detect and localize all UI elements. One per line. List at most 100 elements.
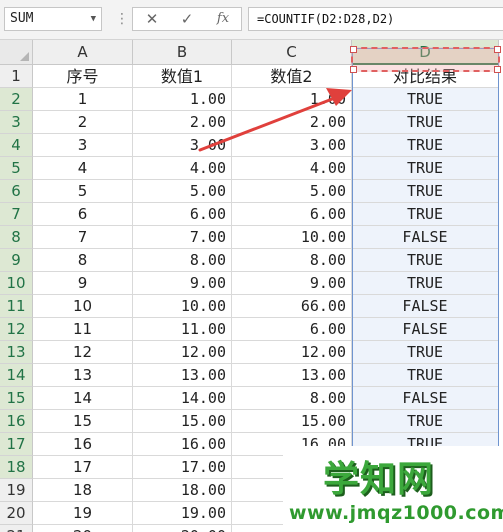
cell-d[interactable]: FALSE (352, 295, 499, 318)
cell-d[interactable]: TRUE (352, 111, 499, 134)
cell-c[interactable]: 8.00 (232, 249, 352, 272)
cell-d[interactable] (352, 456, 499, 479)
cell-b[interactable]: 2.00 (133, 111, 232, 134)
row-header[interactable]: 6 (0, 180, 33, 203)
cell-b[interactable]: 5.00 (133, 180, 232, 203)
row-header[interactable]: 11 (0, 295, 33, 318)
cell-a[interactable]: 15 (33, 410, 133, 433)
cell-a[interactable]: 2 (33, 111, 133, 134)
row-header[interactable]: 8 (0, 226, 33, 249)
row-header[interactable]: 18 (0, 456, 33, 479)
row-header[interactable]: 10 (0, 272, 33, 295)
cell-a[interactable]: 8 (33, 249, 133, 272)
cell-a[interactable]: 1 (33, 88, 133, 111)
row-header[interactable]: 21 (0, 525, 33, 532)
cell-c[interactable] (232, 502, 352, 525)
column-header-c[interactable]: C (232, 40, 352, 65)
cell-a[interactable]: 10 (33, 295, 133, 318)
cell-b[interactable]: 15.00 (133, 410, 232, 433)
cell-d[interactable]: TRUE (352, 433, 499, 456)
cell-c[interactable]: 6.00 (232, 318, 352, 341)
header-cell-b[interactable]: 数值1 (133, 65, 232, 88)
cell-c[interactable] (232, 525, 352, 532)
cell-c[interactable]: 10.00 (232, 226, 352, 249)
cell-d[interactable]: TRUE (352, 88, 499, 111)
cell-c[interactable]: 6.00 (232, 203, 352, 226)
cell-d[interactable] (352, 479, 499, 502)
cell-c[interactable] (232, 456, 352, 479)
cell-c[interactable]: 16.00 (232, 433, 352, 456)
header-cell-a[interactable]: 序号 (33, 65, 133, 88)
cell-b[interactable]: 19.00 (133, 502, 232, 525)
header-cell-c[interactable]: 数值2 (232, 65, 352, 88)
cancel-icon[interactable]: ✕ (137, 8, 167, 30)
cell-b[interactable]: 4.00 (133, 157, 232, 180)
select-all-corner[interactable] (0, 40, 33, 65)
cell-d[interactable]: TRUE (352, 364, 499, 387)
cell-b[interactable]: 6.00 (133, 203, 232, 226)
cell-c[interactable]: 2.00 (232, 111, 352, 134)
row-header[interactable]: 15 (0, 387, 33, 410)
cell-d[interactable]: TRUE (352, 341, 499, 364)
cell-a[interactable]: 5 (33, 180, 133, 203)
row-header[interactable]: 3 (0, 111, 33, 134)
cell-a[interactable]: 12 (33, 341, 133, 364)
cell-c[interactable]: 9.00 (232, 272, 352, 295)
cell-a[interactable]: 9 (33, 272, 133, 295)
cell-a[interactable]: 16 (33, 433, 133, 456)
cell-a[interactable]: 7 (33, 226, 133, 249)
cell-d[interactable] (352, 502, 499, 525)
column-header-b[interactable]: B (133, 40, 232, 65)
name-box[interactable]: SUM ▼ (4, 7, 102, 31)
cell-c[interactable]: 5.00 (232, 180, 352, 203)
formula-input[interactable]: =COUNTIF(D2:D28,D2) (248, 7, 503, 31)
row-header[interactable]: 13 (0, 341, 33, 364)
cell-a[interactable]: 20 (33, 525, 133, 532)
row-header[interactable]: 1 (0, 65, 33, 88)
cell-c[interactable]: 15.00 (232, 410, 352, 433)
row-header[interactable]: 14 (0, 364, 33, 387)
row-header[interactable]: 9 (0, 249, 33, 272)
cell-c[interactable] (232, 479, 352, 502)
cell-d[interactable]: TRUE (352, 272, 499, 295)
cell-c[interactable]: 1.00 (232, 88, 352, 111)
row-header[interactable]: 5 (0, 157, 33, 180)
cell-b[interactable]: 11.00 (133, 318, 232, 341)
cell-b[interactable]: 13.00 (133, 364, 232, 387)
cell-d[interactable]: TRUE (352, 180, 499, 203)
cell-d[interactable]: FALSE (352, 226, 499, 249)
cell-b[interactable]: 18.00 (133, 479, 232, 502)
column-header-d[interactable]: D (352, 40, 499, 65)
cell-a[interactable]: 19 (33, 502, 133, 525)
confirm-icon[interactable]: ✓ (172, 8, 202, 30)
cell-d[interactable]: FALSE (352, 318, 499, 341)
insert-function-icon[interactable]: fx (208, 8, 238, 30)
cell-c[interactable]: 3.00 (232, 134, 352, 157)
cell-a[interactable]: 13 (33, 364, 133, 387)
row-header[interactable]: 7 (0, 203, 33, 226)
cell-d[interactable]: TRUE (352, 203, 499, 226)
cell-d[interactable]: TRUE (352, 249, 499, 272)
cell-b[interactable]: 14.00 (133, 387, 232, 410)
cell-b[interactable]: 16.00 (133, 433, 232, 456)
cell-c[interactable]: 12.00 (232, 341, 352, 364)
cell-a[interactable]: 18 (33, 479, 133, 502)
row-header[interactable]: 20 (0, 502, 33, 525)
row-header[interactable]: 17 (0, 433, 33, 456)
header-cell-d[interactable]: 对比结果 (352, 65, 499, 88)
cell-a[interactable]: 11 (33, 318, 133, 341)
row-header[interactable]: 19 (0, 479, 33, 502)
column-header-a[interactable]: A (33, 40, 133, 65)
cell-b[interactable]: 12.00 (133, 341, 232, 364)
row-header[interactable]: 12 (0, 318, 33, 341)
cell-d[interactable] (352, 525, 499, 532)
row-header[interactable]: 2 (0, 88, 33, 111)
cell-b[interactable]: 9.00 (133, 272, 232, 295)
cell-a[interactable]: 3 (33, 134, 133, 157)
cell-a[interactable]: 6 (33, 203, 133, 226)
cell-d[interactable]: TRUE (352, 134, 499, 157)
cell-a[interactable]: 17 (33, 456, 133, 479)
cell-b[interactable]: 7.00 (133, 226, 232, 249)
cell-a[interactable]: 14 (33, 387, 133, 410)
more-vertical-icon[interactable]: ⋮ (115, 9, 129, 29)
